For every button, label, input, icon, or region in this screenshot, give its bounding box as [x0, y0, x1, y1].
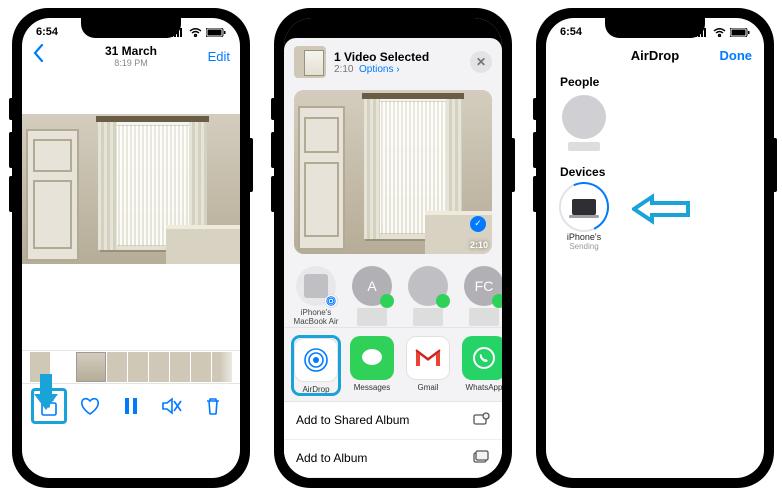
- messages-app[interactable]: Messages: [348, 336, 396, 395]
- shared-album-icon: [472, 412, 490, 429]
- phone-1: 6:54 31 March 8:19 PM Edit: [12, 8, 250, 488]
- add-to-album[interactable]: Add to Album: [284, 440, 502, 478]
- airdrop-target-device[interactable]: iPhone's MacBook Air: [292, 266, 340, 325]
- options-link[interactable]: Options ›: [359, 64, 400, 75]
- header-thumbnail: [294, 46, 326, 78]
- contact-item[interactable]: [404, 266, 452, 325]
- annotation-arrow-icon: [28, 372, 64, 412]
- contact-item[interactable]: A: [348, 266, 396, 325]
- messages-icon: [350, 336, 394, 380]
- share-sheet-header: 1 Video Selected 2:10 Options › ✕: [284, 38, 502, 86]
- status-time: 6:54: [36, 26, 58, 38]
- battery-icon: [730, 28, 750, 37]
- whatsapp-app[interactable]: WhatsApp: [460, 336, 502, 395]
- battery-icon: [206, 28, 226, 37]
- laptop-icon: [572, 199, 596, 215]
- done-button[interactable]: Done: [720, 48, 753, 63]
- messages-badge-icon: [492, 294, 502, 308]
- share-apps-row[interactable]: AirDrop Messages Gmail: [284, 327, 502, 401]
- airdrop-app[interactable]: AirDrop: [292, 336, 340, 395]
- people-section: People: [546, 71, 764, 161]
- photo-viewer[interactable]: [22, 74, 240, 304]
- add-to-shared-album[interactable]: Add to Shared Album: [284, 402, 502, 440]
- selected-check-icon: ✓: [470, 216, 486, 232]
- back-button[interactable]: [32, 44, 44, 68]
- wifi-icon: [189, 28, 202, 37]
- delete-button[interactable]: [195, 388, 231, 424]
- favorite-button[interactable]: [72, 388, 108, 424]
- mute-button[interactable]: [154, 388, 190, 424]
- share-sheet: 1 Video Selected 2:10 Options › ✕ ✓ 2:10: [284, 38, 502, 478]
- pause-button[interactable]: [113, 388, 149, 424]
- wifi-icon: [713, 28, 726, 37]
- phone-2: 6:54 1 Video Selected 2:10 Op: [274, 8, 512, 488]
- person-item[interactable]: [560, 95, 608, 151]
- status-time: 6:54: [560, 26, 582, 38]
- airdrop-contacts-row[interactable]: iPhone's MacBook Air A FC L: [284, 262, 502, 327]
- album-icon: [472, 450, 490, 467]
- nav-title: 31 March 8:19 PM: [105, 44, 157, 68]
- devices-section: Devices iPhone's Sending: [546, 161, 764, 261]
- edit-button[interactable]: Edit: [208, 49, 230, 64]
- messages-badge-icon: [380, 294, 394, 308]
- people-header: People: [560, 75, 750, 89]
- airdrop-icon: [324, 294, 338, 308]
- current-thumbnail[interactable]: [76, 352, 106, 382]
- device-item[interactable]: iPhone's Sending: [560, 185, 608, 251]
- action-list: Add to Shared Album Add to Album: [284, 401, 502, 478]
- contact-item[interactable]: FC: [460, 266, 502, 325]
- page-title: AirDrop: [631, 48, 679, 63]
- phone-3: 6:54 AirDrop Done People: [536, 8, 774, 488]
- video-preview[interactable]: ✓ 2:10: [294, 90, 492, 254]
- airdrop-icon: [294, 338, 338, 382]
- nav-bar: 31 March 8:19 PM Edit: [22, 42, 240, 74]
- close-button[interactable]: ✕: [470, 51, 492, 73]
- gmail-app[interactable]: Gmail: [404, 336, 452, 395]
- devices-header: Devices: [560, 165, 750, 179]
- selection-label: 1 Video Selected: [334, 50, 462, 64]
- annotation-arrow-icon: [632, 189, 692, 229]
- gmail-icon: [406, 336, 450, 380]
- messages-badge-icon: [436, 294, 450, 308]
- airdrop-nav: AirDrop Done: [546, 42, 764, 71]
- whatsapp-icon: [462, 336, 502, 380]
- duration-label: 2:10: [470, 240, 488, 250]
